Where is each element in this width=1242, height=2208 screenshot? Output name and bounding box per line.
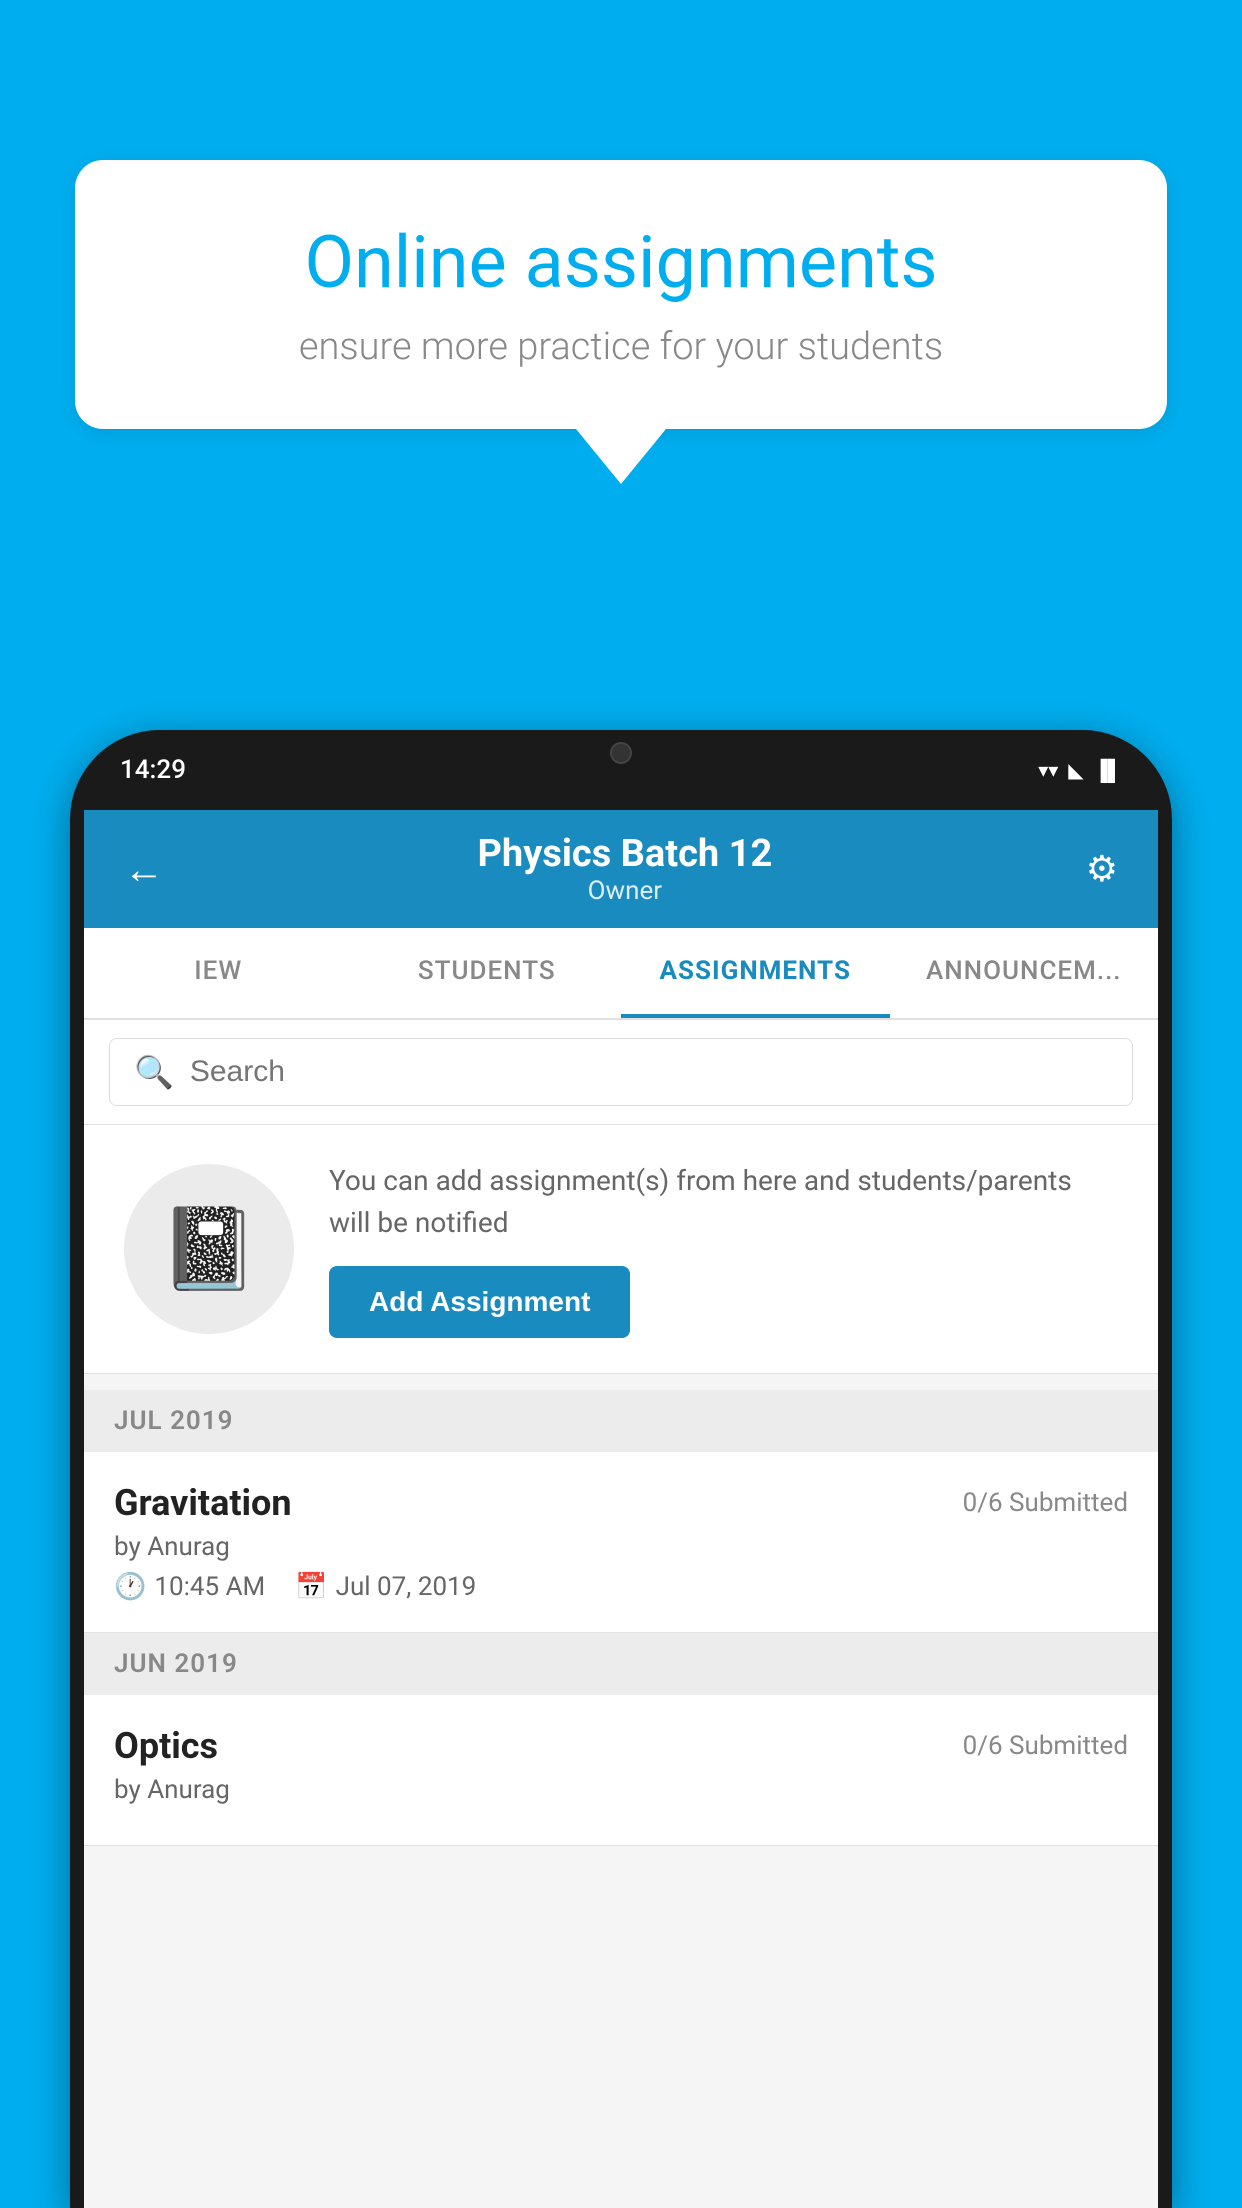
assignment-date-gravitation: Jul 07, 2019 <box>336 1572 477 1602</box>
assignment-time-gravitation: 10:45 AM <box>154 1572 265 1602</box>
section-header-jun: JUN 2019 <box>84 1633 1158 1695</box>
promo-description: You can add assignment(s) from here and … <box>329 1160 1118 1244</box>
wifi-icon: ▾▾ <box>1038 758 1058 782</box>
assignment-by-gravitation: by Anurag <box>114 1532 1128 1562</box>
search-input[interactable] <box>190 1055 1108 1089</box>
speech-bubble: Online assignments ensure more practice … <box>75 160 1167 429</box>
tabs-bar: IEW STUDENTS ASSIGNMENTS ANNOUNCEM... <box>84 928 1158 1020</box>
phone-frame: 14:29 ▾▾ ◣ ▐▌ ← Physics Batch 12 Owner ⚙… <box>70 730 1172 2208</box>
speech-bubble-subtitle: ensure more practice for your students <box>145 325 1097 369</box>
assignment-name-optics: Optics <box>114 1725 218 1767</box>
header-center: Physics Batch 12 Owner <box>164 832 1086 906</box>
settings-button[interactable]: ⚙ <box>1086 848 1118 890</box>
clock-icon: 🕐 <box>114 1572 146 1602</box>
status-time: 14:29 <box>120 755 186 785</box>
tab-announcements[interactable]: ANNOUNCEM... <box>890 928 1159 1018</box>
back-button[interactable]: ← <box>124 846 164 893</box>
calendar-icon: 📅 <box>295 1572 327 1602</box>
assignment-submitted-optics: 0/6 Submitted <box>963 1725 1128 1761</box>
battery-icon: ▐▌ <box>1094 758 1122 783</box>
speech-bubble-title: Online assignments <box>145 220 1097 305</box>
search-container: 🔍 <box>84 1020 1158 1125</box>
promo-section: 📓 You can add assignment(s) from here an… <box>84 1125 1158 1374</box>
search-input-wrapper: 🔍 <box>109 1038 1133 1106</box>
section-header-jul: JUL 2019 <box>84 1390 1158 1452</box>
speech-bubble-arrow <box>576 429 666 484</box>
search-icon: 🔍 <box>134 1053 174 1091</box>
tab-students[interactable]: STUDENTS <box>353 928 622 1018</box>
assignment-submitted-gravitation: 0/6 Submitted <box>963 1482 1128 1518</box>
assignment-by-optics: by Anurag <box>114 1775 1128 1805</box>
header-title: Physics Batch 12 <box>164 832 1086 876</box>
meta-time-gravitation: 🕐 10:45 AM <box>114 1572 265 1602</box>
phone-screen: ← Physics Batch 12 Owner ⚙ IEW STUDENTS … <box>84 810 1158 2208</box>
status-icons: ▾▾ ◣ ▐▌ <box>1038 758 1122 783</box>
app-header: ← Physics Batch 12 Owner ⚙ <box>84 810 1158 928</box>
promo-text-area: You can add assignment(s) from here and … <box>329 1160 1118 1338</box>
add-assignment-button[interactable]: Add Assignment <box>329 1266 630 1338</box>
assignment-row1-optics: Optics 0/6 Submitted <box>114 1725 1128 1767</box>
tab-assignments[interactable]: ASSIGNMENTS <box>621 928 890 1018</box>
speech-bubble-container: Online assignments ensure more practice … <box>75 160 1167 484</box>
assignment-name-gravitation: Gravitation <box>114 1482 292 1524</box>
assignment-item-optics[interactable]: Optics 0/6 Submitted by Anurag <box>84 1695 1158 1846</box>
notebook-icon: 📓 <box>159 1202 259 1296</box>
phone-notch <box>561 730 681 775</box>
promo-icon-circle: 📓 <box>124 1164 294 1334</box>
phone-camera <box>610 742 632 764</box>
signal-icon: ◣ <box>1068 758 1083 782</box>
assignment-item-gravitation[interactable]: Gravitation 0/6 Submitted by Anurag 🕐 10… <box>84 1452 1158 1633</box>
header-subtitle: Owner <box>164 876 1086 906</box>
assignment-meta-gravitation: 🕐 10:45 AM 📅 Jul 07, 2019 <box>114 1572 1128 1602</box>
phone-status-bar: 14:29 ▾▾ ◣ ▐▌ <box>70 730 1172 810</box>
tab-iew[interactable]: IEW <box>84 928 353 1018</box>
meta-date-gravitation: 📅 Jul 07, 2019 <box>295 1572 476 1602</box>
assignment-row1: Gravitation 0/6 Submitted <box>114 1482 1128 1524</box>
